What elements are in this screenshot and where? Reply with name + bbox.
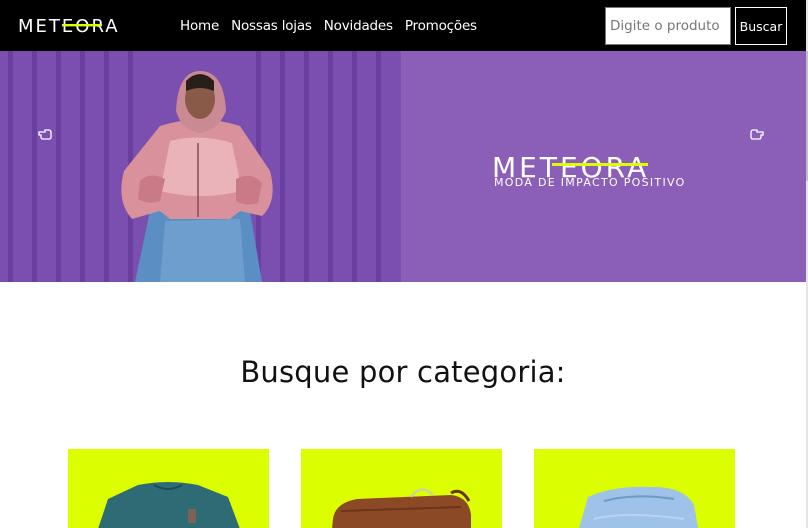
nav-link-home[interactable]: Home — [180, 18, 219, 34]
meteora-logo[interactable]: METEORA — [18, 15, 146, 37]
main-nav: Home Nossas lojas Novidades Promoções — [180, 0, 489, 51]
nav-link-promocoes[interactable]: Promoções — [405, 18, 477, 34]
category-card-bag[interactable] — [301, 449, 502, 528]
hero-banner: METEORA MODA DE IMPACTO POSITIVO — [0, 51, 806, 282]
svg-text:METEORA: METEORA — [18, 16, 120, 37]
handbag-photo — [332, 488, 471, 528]
search-input[interactable] — [605, 7, 731, 45]
hero-tagline: MODA DE IMPACTO POSITIVO — [494, 176, 686, 189]
jeans-photo — [579, 486, 699, 528]
hand-pointing-right-icon[interactable] — [750, 127, 764, 141]
hero-model-photo — [0, 51, 401, 282]
search-button[interactable]: Buscar — [735, 7, 787, 45]
category-card-jeans[interactable] — [534, 449, 735, 528]
page: METEORA Home Nossas lojas Novidades Prom… — [0, 0, 808, 528]
category-card-tshirt[interactable] — [68, 449, 269, 528]
nav-link-nossas-lojas[interactable]: Nossas lojas — [231, 18, 312, 34]
nav-link-novidades[interactable]: Novidades — [324, 18, 393, 34]
categories-title: Busque por categoria: — [240, 355, 566, 389]
t-shirt-photo — [98, 482, 240, 528]
top-navbar: METEORA Home Nossas lojas Novidades Prom… — [0, 0, 806, 51]
hand-pointing-left-icon[interactable] — [38, 127, 52, 141]
